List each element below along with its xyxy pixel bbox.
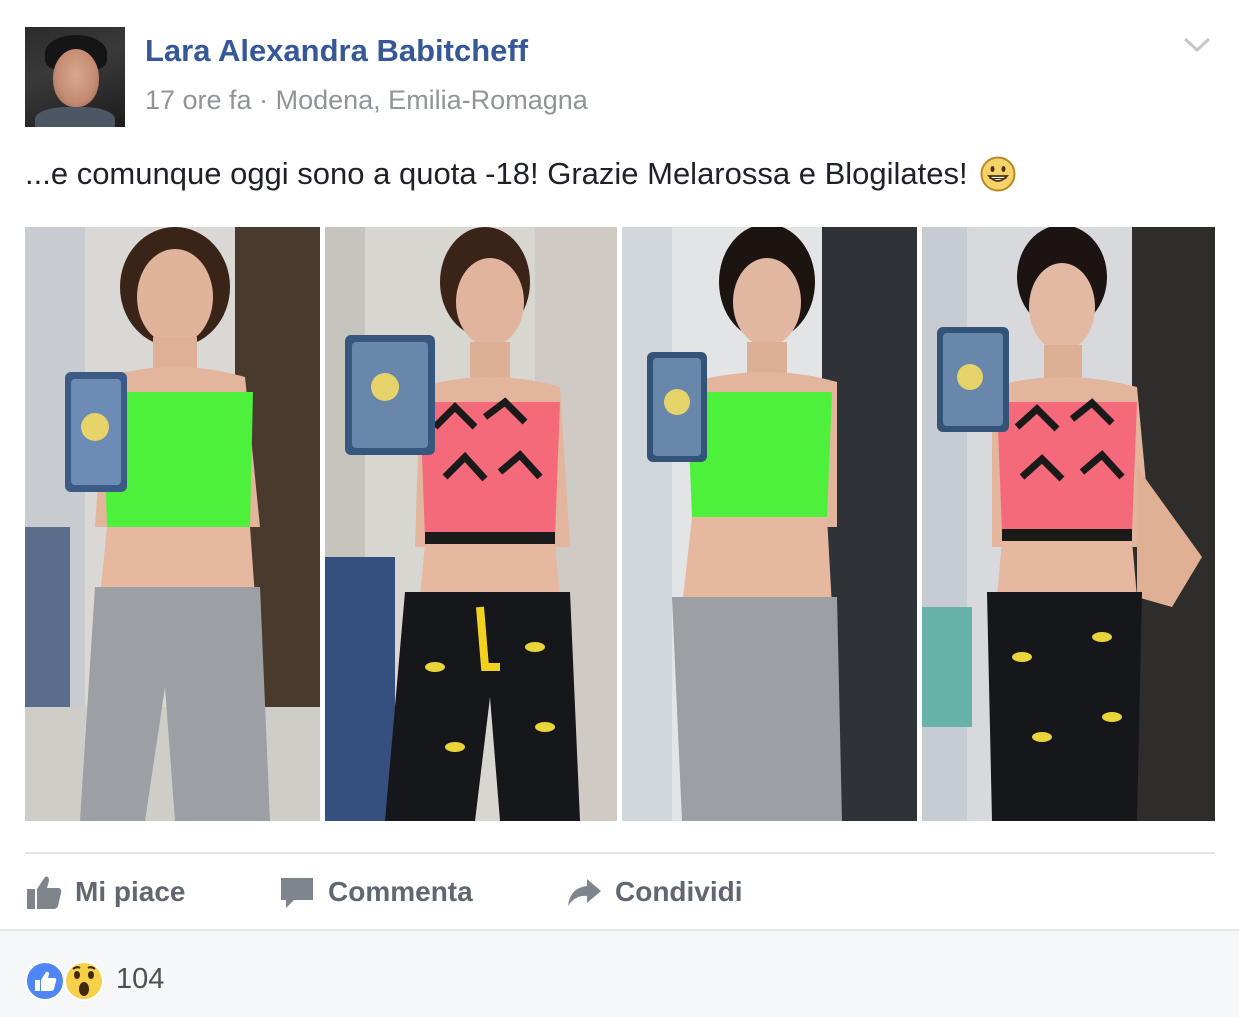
avatar-shirt <box>35 107 115 127</box>
share-button[interactable]: Condividi <box>565 864 743 920</box>
wow-reaction-icon <box>64 961 104 1001</box>
like-reaction-icon <box>25 961 65 1001</box>
like-label: Mi piace <box>75 876 186 907</box>
comment-label: Commenta <box>328 876 473 907</box>
photo-3[interactable] <box>622 227 917 821</box>
comment-button[interactable]: Commenta <box>278 864 473 920</box>
post-header: Lara Alexandra Babitcheff 17 ore fa · Mo… <box>25 27 1215 127</box>
photo-4[interactable] <box>922 227 1215 821</box>
post-message: ...e comunque oggi sono a quota -18! Gra… <box>25 156 968 191</box>
author-avatar[interactable] <box>25 27 125 127</box>
reactions-bar: 104 <box>0 929 1239 1017</box>
chevron-down-icon <box>1183 37 1211 53</box>
post-options-button[interactable] <box>1179 33 1215 57</box>
action-divider <box>25 852 1215 854</box>
post-time-link[interactable]: 17 ore fa <box>145 85 252 115</box>
post-meta: 17 ore fa · Modena, Emilia-Romagna <box>145 85 588 116</box>
post-location-link[interactable]: Modena, Emilia-Romagna <box>276 85 588 115</box>
share-label: Condividi <box>615 876 743 907</box>
like-button[interactable]: Mi piace <box>25 864 185 920</box>
author-name-link[interactable]: Lara Alexandra Babitcheff <box>145 33 528 69</box>
meta-separator: · <box>259 85 269 115</box>
reaction-icons[interactable] <box>25 960 107 1002</box>
photo-2[interactable] <box>325 227 617 821</box>
photo-collage <box>25 227 1215 821</box>
action-bar: Mi piace Commenta Condividi <box>25 864 1215 920</box>
thumbs-up-icon <box>27 876 62 909</box>
share-arrow-icon <box>568 879 601 906</box>
grinning-face-icon <box>980 156 1016 192</box>
avatar-face <box>53 49 99 107</box>
photo-1[interactable] <box>25 227 320 821</box>
reaction-count[interactable]: 104 <box>116 963 164 996</box>
comment-bubble-icon <box>281 878 313 908</box>
post-text: ...e comunque oggi sono a quota -18! Gra… <box>25 156 1016 192</box>
